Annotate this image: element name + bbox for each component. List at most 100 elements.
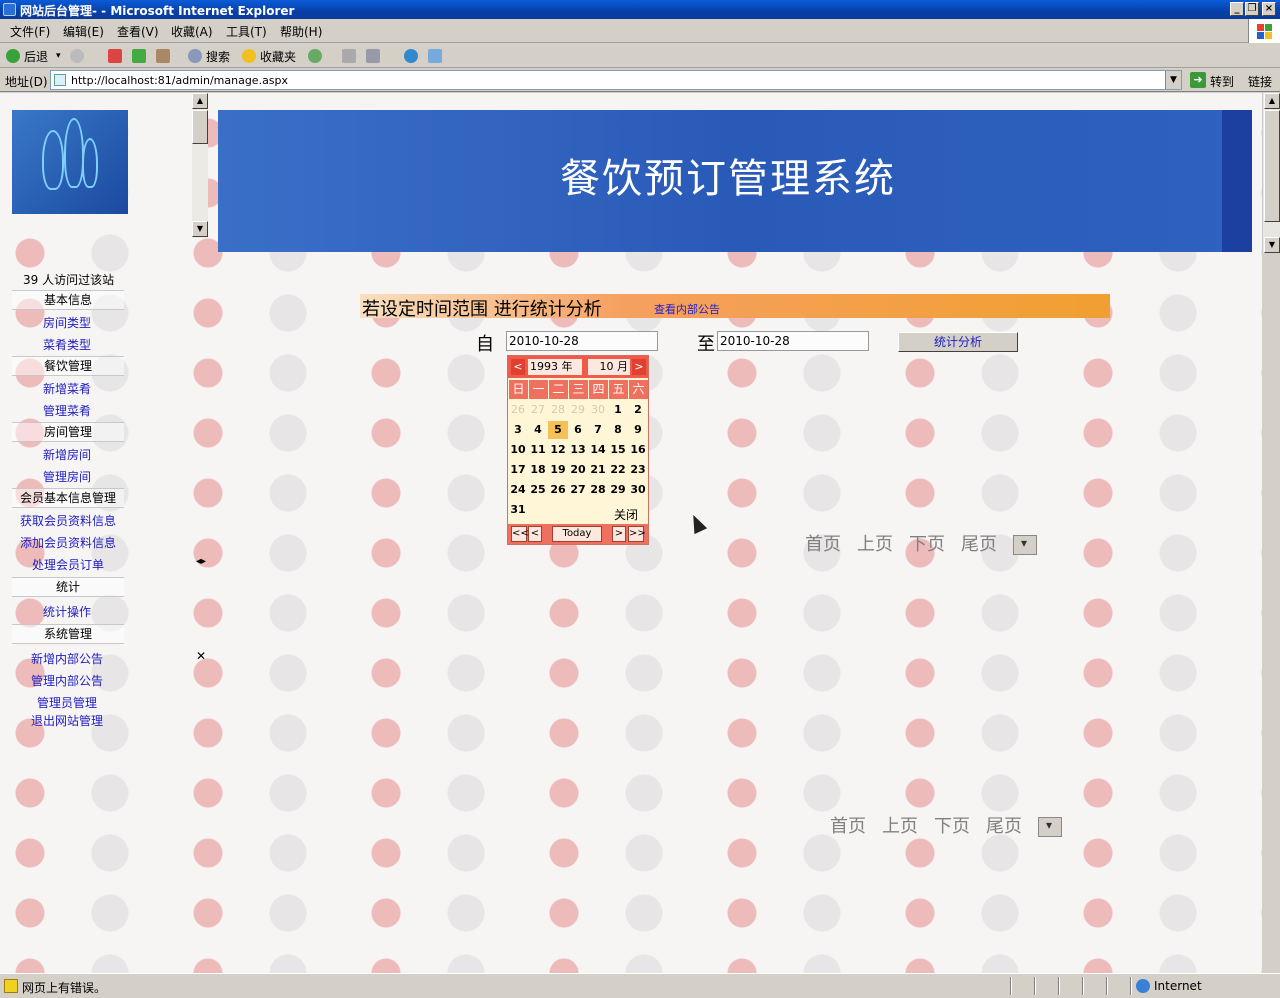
calendar-day[interactable]: 9 — [628, 421, 648, 439]
today-button[interactable]: Today — [552, 526, 602, 542]
section-system[interactable]: 系统管理 — [12, 624, 124, 644]
home-icon[interactable] — [156, 49, 170, 63]
address-url[interactable]: http://localhost:81/admin/manage.aspx — [71, 74, 288, 87]
calendar-day-other-month[interactable]: 28 — [548, 401, 568, 419]
calendar-day[interactable]: 19 — [548, 461, 568, 479]
calendar-day-other-month[interactable]: 30 — [588, 401, 608, 419]
back-button[interactable]: 后退 — [24, 48, 48, 65]
calendar-day[interactable]: 8 — [608, 421, 628, 439]
menu-help[interactable]: 帮助(H) — [280, 23, 322, 40]
calendar-day[interactable]: 15 — [608, 441, 628, 459]
favorites-star-icon[interactable] — [242, 49, 256, 63]
calendar-day[interactable]: 20 — [568, 461, 588, 479]
link-dish-type[interactable]: 菜肴类型 — [43, 336, 91, 353]
calendar-day[interactable]: 29 — [608, 481, 628, 499]
month-select[interactable]: 10 月 — [588, 359, 630, 375]
menu-view[interactable]: 查看(V) — [117, 23, 159, 40]
link-admin-mgmt[interactable]: 管理员管理 — [37, 694, 97, 711]
minimize-button[interactable]: _ — [1230, 2, 1244, 16]
error-warning-icon[interactable] — [4, 979, 18, 993]
go-arrow-icon[interactable]: ➜ — [1190, 72, 1206, 88]
link-logout[interactable]: 退出网站管理 — [31, 712, 103, 729]
link-manage-notice[interactable]: 管理内部公告 — [31, 672, 103, 689]
calendar-day[interactable]: 16 — [628, 441, 648, 459]
calendar-day-other-month[interactable]: 29 — [568, 401, 588, 419]
forward-icon[interactable] — [70, 49, 84, 63]
prev-month-icon[interactable]: < — [511, 359, 525, 375]
calendar-day[interactable]: 17 — [508, 461, 528, 479]
link-get-member[interactable]: 获取会员资料信息 — [20, 512, 116, 529]
calendar-day-other-month[interactable]: 27 — [528, 401, 548, 419]
page-scrollbar[interactable]: ▲ ▼ — [1262, 93, 1280, 253]
research-icon[interactable] — [428, 49, 442, 63]
calendar-day[interactable]: 21 — [588, 461, 608, 479]
calendar-day[interactable]: 4 — [528, 421, 548, 439]
calendar-day[interactable]: 5 — [548, 421, 568, 439]
page-select[interactable] — [1038, 817, 1062, 837]
close-icon[interactable]: ✕ — [196, 649, 206, 663]
edit-icon[interactable] — [366, 49, 380, 63]
page-select[interactable] — [1013, 535, 1037, 555]
section-stats[interactable]: 统计 — [12, 577, 124, 597]
section-member[interactable]: 会员基本信息管理 — [12, 488, 124, 508]
page-scroll-thumb[interactable] — [1264, 110, 1280, 222]
search-icon[interactable] — [188, 49, 202, 63]
close-window-button[interactable]: × — [1262, 2, 1276, 16]
prev-year-button[interactable]: << — [511, 526, 529, 542]
calendar-day[interactable]: 14 — [588, 441, 608, 459]
calendar-day[interactable]: 22 — [608, 461, 628, 479]
frame-toggle-icon[interactable]: ◂▸ — [196, 556, 206, 567]
favorites-button[interactable]: 收藏夹 — [260, 48, 296, 65]
link-handle-orders[interactable]: 处理会员订单 — [32, 556, 104, 573]
links-button[interactable]: 链接 — [1248, 73, 1272, 90]
calendar-day[interactable]: 2 — [628, 401, 648, 419]
page-scroll-down-icon[interactable]: ▼ — [1264, 237, 1280, 253]
calendar-day[interactable]: 7 — [588, 421, 608, 439]
calendar-day[interactable]: 26 — [548, 481, 568, 499]
restore-button[interactable]: ❐ — [1245, 2, 1259, 16]
messenger-icon[interactable] — [404, 49, 418, 63]
calendar-day[interactable]: 11 — [528, 441, 548, 459]
calendar-day[interactable]: 18 — [528, 461, 548, 479]
from-date-input[interactable]: 2010-10-28 — [506, 331, 658, 351]
calendar-day-other-month[interactable]: 26 — [508, 401, 528, 419]
year-select[interactable]: 1993 年 — [528, 359, 582, 375]
calendar-day[interactable]: 25 — [528, 481, 548, 499]
stop-icon[interactable] — [108, 49, 122, 63]
back-icon[interactable] — [6, 49, 20, 63]
link-manage-dish[interactable]: 管理菜肴 — [43, 402, 91, 419]
pager-next[interactable]: 下页 — [934, 816, 970, 837]
page-scroll-up-icon[interactable]: ▲ — [1264, 93, 1280, 109]
back-dropdown-icon[interactable]: ▾ — [56, 51, 61, 61]
calendar-day[interactable]: 28 — [588, 481, 608, 499]
link-add-room[interactable]: 新增房间 — [43, 446, 91, 463]
pager-last[interactable]: 尾页 — [961, 534, 997, 555]
scroll-down-icon[interactable]: ▼ — [192, 221, 208, 237]
scroll-thumb[interactable] — [192, 110, 208, 144]
address-dropdown-icon[interactable]: ▼ — [1165, 71, 1181, 89]
menu-file[interactable]: 文件(F) — [10, 23, 50, 40]
menu-favorites[interactable]: 收藏(A) — [171, 23, 213, 40]
pager-last[interactable]: 尾页 — [986, 816, 1022, 837]
scroll-up-icon[interactable]: ▲ — [192, 93, 208, 109]
link-add-notice[interactable]: 新增内部公告 — [31, 650, 103, 667]
pager-prev[interactable]: 上页 — [882, 816, 918, 837]
pager-first[interactable]: 首页 — [830, 816, 866, 837]
go-button[interactable]: 转到 — [1210, 73, 1234, 90]
print-icon[interactable] — [342, 49, 356, 63]
section-room[interactable]: 房间管理 — [12, 422, 124, 442]
left-frame-scrollbar[interactable]: ▲ ▼ — [192, 93, 208, 238]
calendar-day[interactable]: 24 — [508, 481, 528, 499]
view-notice-link[interactable]: 查看内部公告 — [654, 301, 720, 317]
search-button[interactable]: 搜索 — [206, 48, 230, 65]
link-add-member[interactable]: 添加会员资料信息 — [20, 534, 116, 551]
next-month-button[interactable]: > — [612, 526, 626, 542]
pager-prev[interactable]: 上页 — [857, 534, 893, 555]
pager-first[interactable]: 首页 — [805, 534, 841, 555]
calendar-day[interactable]: 12 — [548, 441, 568, 459]
menu-tools[interactable]: 工具(T) — [226, 23, 267, 40]
link-stats-op[interactable]: 统计操作 — [43, 603, 91, 620]
refresh-icon[interactable] — [132, 49, 146, 63]
calendar-day[interactable]: 31 — [508, 501, 528, 519]
section-catering[interactable]: 餐饮管理 — [12, 356, 124, 376]
